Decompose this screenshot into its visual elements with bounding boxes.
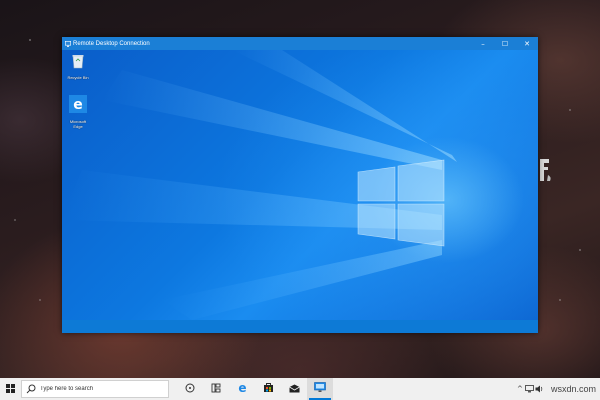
remote-taskbar[interactable]	[62, 320, 538, 333]
desktop-icon-microsoft-edge[interactable]: e Microsoft Edge	[63, 95, 93, 129]
edge-icon: e	[69, 95, 87, 118]
maximize-button[interactable]: ☐	[494, 37, 516, 50]
minimize-button[interactable]: –	[472, 37, 494, 50]
start-button[interactable]	[0, 378, 20, 400]
windows-logo-icon	[5, 380, 15, 398]
light-beams-decoration	[62, 50, 457, 320]
store-icon	[263, 380, 274, 398]
svg-text:e: e	[238, 382, 246, 393]
desktop-icon-recycle-bin[interactable]: Recycle Bin	[63, 53, 93, 80]
mail-taskbar-button[interactable]	[281, 378, 307, 400]
search-icon	[26, 384, 36, 394]
desktop-icon-label: Recycle Bin	[67, 75, 89, 80]
taskbar-search-box[interactable]	[21, 380, 169, 398]
svg-text:e: e	[73, 97, 83, 113]
network-icon[interactable]	[525, 378, 535, 400]
search-input[interactable]	[40, 386, 160, 392]
remote-desktop-app-icon	[65, 40, 71, 47]
windows-logo-graphic	[357, 159, 445, 247]
remote-desktop-icon	[314, 380, 326, 398]
volume-icon[interactable]	[535, 378, 545, 400]
recycle-bin-icon	[71, 53, 85, 74]
timeline-button[interactable]	[203, 378, 229, 400]
edge-icon: e	[237, 380, 248, 398]
desktop-icon-label: Microsoft Edge	[69, 119, 87, 129]
remote-desktop-window[interactable]: Remote Desktop Connection – ☐ ✕ Recycle …	[62, 37, 538, 333]
store-taskbar-button[interactable]	[255, 378, 281, 400]
mail-icon	[288, 380, 300, 398]
edge-taskbar-button[interactable]: e	[229, 378, 255, 400]
timeline-icon	[211, 380, 221, 398]
side-handle-icon[interactable]	[538, 157, 554, 185]
host-taskbar: e	[0, 378, 600, 400]
window-titlebar[interactable]: Remote Desktop Connection – ☐ ✕	[62, 37, 538, 50]
task-view-button[interactable]	[177, 378, 203, 400]
window-title: Remote Desktop Connection	[73, 40, 150, 47]
show-hidden-icons-chevron-icon[interactable]: ^	[515, 378, 525, 400]
remote-desktop-taskbar-button[interactable]	[307, 378, 333, 400]
close-button[interactable]: ✕	[516, 37, 538, 50]
task-view-icon	[185, 380, 195, 398]
remote-desktop-screen[interactable]: Recycle Bin e Microsoft Edge	[62, 50, 538, 320]
watermark-text: wsxdn.com	[550, 384, 596, 394]
system-tray: ^ wsxdn.com	[515, 378, 600, 400]
